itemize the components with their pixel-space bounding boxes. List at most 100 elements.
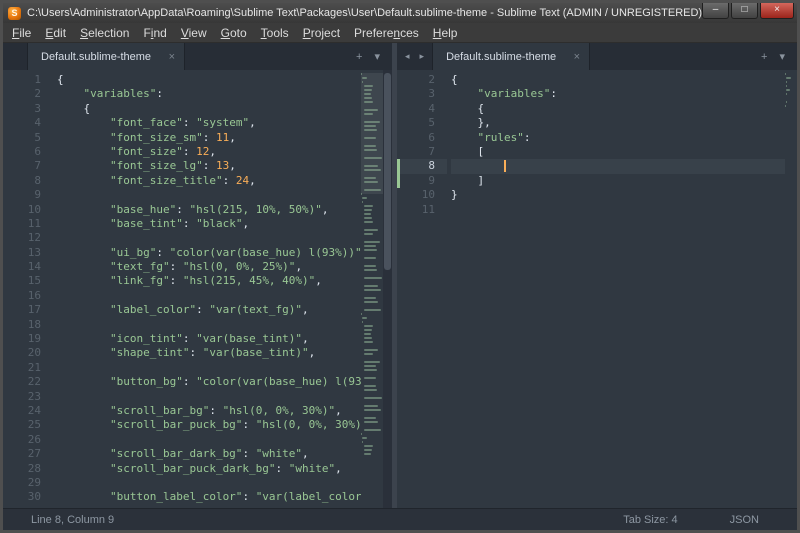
minimap-line bbox=[364, 329, 372, 331]
code-line[interactable] bbox=[57, 318, 361, 332]
maximize-button[interactable]: □ bbox=[731, 3, 758, 19]
tab-bar-right: ◂ ▸ Default.sublime-theme × + ▾ bbox=[397, 43, 797, 70]
code-line[interactable]: }, bbox=[451, 116, 785, 130]
line-number: 2 bbox=[3, 87, 53, 101]
code-line[interactable]: "link_fg": "hsl(215, 45%, 40%)", bbox=[57, 274, 361, 288]
code-line[interactable] bbox=[57, 361, 361, 375]
code-line[interactable]: "ui_bg": "color(var(base_hue) l(93%))", bbox=[57, 246, 361, 260]
vertical-scrollbar[interactable] bbox=[383, 70, 392, 508]
code-line[interactable]: "font_size_sm": 11, bbox=[57, 131, 361, 145]
menu-item-selection[interactable]: Selection bbox=[73, 24, 136, 42]
tab-nav-forward-icon[interactable]: ▸ bbox=[418, 51, 427, 62]
sublime-text-app-icon[interactable]: S bbox=[8, 7, 21, 20]
code-line[interactable]: "base_tint": "black", bbox=[57, 217, 361, 231]
tab-default-sublime-theme-left[interactable]: Default.sublime-theme × bbox=[27, 43, 185, 70]
code-line[interactable]: { bbox=[57, 73, 361, 87]
new-tab-button[interactable]: + bbox=[761, 51, 767, 63]
editor-groups: Default.sublime-theme × + ▾ 123456789101… bbox=[3, 43, 797, 508]
line-number: 26 bbox=[3, 433, 53, 447]
minimap-viewport[interactable] bbox=[361, 73, 383, 194]
close-button[interactable]: × bbox=[760, 3, 794, 19]
code-line[interactable]: "base_hue": "hsl(215, 10%, 50%)", bbox=[57, 203, 361, 217]
tab-overflow-menu-icon[interactable]: ▾ bbox=[374, 50, 380, 63]
minimap-line bbox=[364, 177, 377, 179]
title-bar[interactable]: S C:\Users\Administrator\AppData\Roaming… bbox=[3, 3, 797, 23]
code-line[interactable]: "scroll_bar_dark_bg": "white", bbox=[57, 447, 361, 461]
code-line[interactable]: "font_face": "system", bbox=[57, 116, 361, 130]
line-number: 11 bbox=[3, 217, 53, 231]
minimap-line bbox=[786, 77, 791, 79]
menu-item-tools[interactable]: Tools bbox=[254, 24, 296, 42]
code-line[interactable]: { bbox=[57, 102, 361, 116]
menu-item-project[interactable]: Project bbox=[296, 24, 347, 42]
minimap-line bbox=[364, 101, 373, 103]
line-number: 9 bbox=[397, 174, 447, 188]
tab-default-sublime-theme-right[interactable]: Default.sublime-theme × bbox=[432, 43, 590, 70]
code-line[interactable] bbox=[57, 433, 361, 447]
code-line[interactable]: "label_color": "var(text_fg)", bbox=[57, 303, 361, 317]
code-line[interactable]: "icon_tint": "var(base_tint)", bbox=[57, 332, 361, 346]
syntax-status[interactable]: JSON bbox=[730, 514, 759, 526]
code-line[interactable]: { bbox=[451, 102, 785, 116]
tab-bar-spacer bbox=[3, 43, 27, 70]
code-area-left[interactable]: { "variables": { "font_face": "system", … bbox=[53, 70, 361, 508]
code-line[interactable]: "shape_tint": "var(base_tint)", bbox=[57, 346, 361, 360]
minimap-line bbox=[364, 165, 379, 167]
scrollbar-puck[interactable] bbox=[384, 73, 391, 270]
tab-nav-back-icon[interactable]: ◂ bbox=[403, 51, 412, 62]
menu-item-view[interactable]: View bbox=[174, 24, 214, 42]
code-line[interactable]: { bbox=[451, 73, 785, 87]
code-line[interactable]: "font_size_lg": 13, bbox=[57, 159, 361, 173]
minimap-line bbox=[364, 341, 373, 343]
new-tab-button[interactable]: + bbox=[356, 51, 362, 63]
tab-size-status[interactable]: Tab Size: 4 bbox=[623, 514, 677, 526]
minimap-line bbox=[364, 125, 376, 127]
tab-close-icon[interactable]: × bbox=[574, 51, 580, 63]
code-line[interactable]: ] bbox=[451, 174, 785, 188]
menu-item-edit[interactable]: Edit bbox=[38, 24, 73, 42]
line-number: 5 bbox=[3, 131, 53, 145]
code-line[interactable]: "text_fg": "hsl(0, 0%, 25%)", bbox=[57, 260, 361, 274]
minimap-line bbox=[364, 337, 372, 339]
minimap-line bbox=[364, 409, 381, 411]
minimap-line bbox=[364, 369, 377, 371]
code-line[interactable] bbox=[57, 476, 361, 490]
code-line[interactable]: "font_size": 12, bbox=[57, 145, 361, 159]
menu-item-goto[interactable]: Goto bbox=[214, 24, 254, 42]
menu-item-find[interactable]: Find bbox=[136, 24, 173, 42]
code-line[interactable]: "variables": bbox=[451, 87, 785, 101]
code-line[interactable]: } bbox=[451, 188, 785, 202]
code-line[interactable] bbox=[57, 289, 361, 303]
tab-close-icon[interactable]: × bbox=[169, 51, 175, 63]
code-line[interactable]: "button_bg": "color(var(base_hue) l(93%)… bbox=[57, 375, 361, 389]
code-area-right[interactable]: { "variables": { }, "rules": [ ]} bbox=[447, 70, 785, 508]
minimap-line bbox=[364, 333, 371, 335]
code-line[interactable] bbox=[57, 188, 361, 202]
code-line[interactable]: "button_label_color": "var(label_color)"… bbox=[57, 490, 361, 504]
minimap-line bbox=[364, 109, 378, 111]
code-line[interactable]: "rules": bbox=[451, 131, 785, 145]
minimap-line bbox=[364, 113, 373, 115]
code-line[interactable] bbox=[57, 231, 361, 245]
minimap-line bbox=[364, 421, 379, 423]
code-line[interactable]: [ bbox=[451, 145, 785, 159]
minimap-line bbox=[364, 429, 381, 431]
code-line[interactable] bbox=[451, 159, 785, 173]
tab-overflow-menu-icon[interactable]: ▾ bbox=[779, 50, 785, 63]
menu-item-preferences[interactable]: Preferences bbox=[347, 24, 426, 42]
minimap-right[interactable] bbox=[785, 70, 797, 508]
code-line[interactable] bbox=[451, 203, 785, 217]
code-line[interactable]: "scroll_bar_bg": "hsl(0, 0%, 30%)", bbox=[57, 404, 361, 418]
code-line[interactable]: "scroll_bar_puck_bg": "hsl(0, 0%, 30%)", bbox=[57, 418, 361, 432]
code-line[interactable]: "variables": bbox=[57, 87, 361, 101]
code-line[interactable]: "scroll_bar_puck_dark_bg": "white", bbox=[57, 462, 361, 476]
status-bar: Line 8, Column 9 Tab Size: 4 JSON bbox=[3, 508, 797, 530]
menu-item-file[interactable]: File bbox=[5, 24, 38, 42]
minimap-left[interactable] bbox=[361, 70, 383, 508]
line-number: 18 bbox=[3, 318, 53, 332]
code-line[interactable]: "font_size_title": 24, bbox=[57, 174, 361, 188]
menu-item-help[interactable]: Help bbox=[426, 24, 465, 42]
minimize-button[interactable]: – bbox=[702, 3, 729, 19]
minimap-line bbox=[364, 217, 372, 219]
code-line[interactable] bbox=[57, 390, 361, 404]
